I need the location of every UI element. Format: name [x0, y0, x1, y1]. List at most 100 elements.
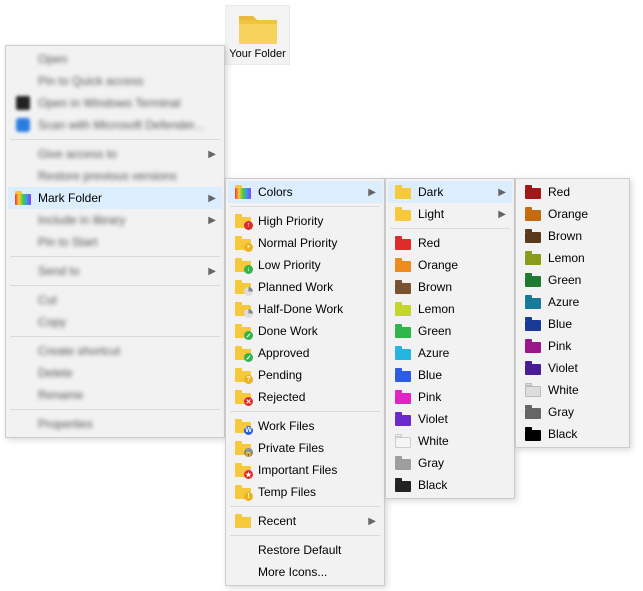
menu-item-label: Send to	[34, 264, 204, 278]
menu-item[interactable]: ✓Approved	[228, 342, 382, 364]
menu-item[interactable]: Pink	[518, 335, 627, 357]
menu-item[interactable]: Brown	[388, 276, 512, 298]
menu-item[interactable]: Lemon	[518, 247, 627, 269]
menu-item[interactable]: Open	[8, 48, 222, 70]
menu-item[interactable]: Open in Windows Terminal	[8, 92, 222, 114]
menu-item[interactable]: White	[388, 430, 512, 452]
menu-item[interactable]: Rename	[8, 384, 222, 406]
folder-icon	[522, 383, 544, 397]
folder-icon: ?	[232, 368, 254, 382]
separator	[10, 139, 220, 140]
menu-item[interactable]: Include in library▶	[8, 209, 222, 231]
folder-icon	[232, 280, 254, 294]
menu-item[interactable]: Create shortcut	[8, 340, 222, 362]
folder-icon: ✓	[235, 346, 251, 360]
menu-item[interactable]: Blue	[518, 313, 627, 335]
menu-item[interactable]: Pin to Quick access	[8, 70, 222, 92]
menu-item[interactable]: Planned Work	[228, 276, 382, 298]
menu-item[interactable]: Mark Folder▶	[8, 187, 222, 209]
menu-item[interactable]: More Icons...	[228, 561, 382, 583]
folder-icon	[235, 514, 251, 528]
terminal-icon	[12, 96, 34, 110]
menu-item[interactable]: Dark▶	[388, 181, 512, 203]
folder-icon	[392, 412, 414, 426]
menu-item[interactable]: •Normal Priority	[228, 232, 382, 254]
menu-item[interactable]: Restore Default	[228, 539, 382, 561]
menu-item[interactable]: Black	[518, 423, 627, 445]
menu-item[interactable]: Cut	[8, 289, 222, 311]
menu-item[interactable]: ✕Rejected	[228, 386, 382, 408]
folder-icon: •	[235, 236, 251, 250]
folder-icon: ↓	[235, 258, 251, 272]
folder-icon: ✓	[232, 346, 254, 360]
menu-item[interactable]: Lemon	[388, 298, 512, 320]
menu-item[interactable]: Restore previous versions	[8, 165, 222, 187]
folder-icon	[392, 390, 414, 404]
menu-item[interactable]: Green	[388, 320, 512, 342]
menu-item[interactable]: 🔒Private Files	[228, 437, 382, 459]
menu-item[interactable]: ★Important Files	[228, 459, 382, 481]
menu-item[interactable]: Send to▶	[8, 260, 222, 282]
menu-item[interactable]: Brown	[518, 225, 627, 247]
menu-item[interactable]: White	[518, 379, 627, 401]
folder-icon	[392, 185, 414, 199]
menu-item[interactable]: Violet	[388, 408, 512, 430]
folder-icon	[522, 339, 544, 353]
menu-item[interactable]: Gray	[518, 401, 627, 423]
menu-item[interactable]: Azure	[388, 342, 512, 364]
folder-icon	[395, 390, 411, 404]
menu-item-label: Pink	[544, 339, 621, 353]
folder-icon: 🔒	[235, 441, 251, 455]
separator	[230, 206, 380, 207]
menu-item-label: Pink	[414, 390, 506, 404]
menu-item[interactable]: Scan with Microsoft Defender...	[8, 114, 222, 136]
menu-item-label: Cut	[34, 293, 216, 307]
chevron-right-icon: ▶	[498, 209, 506, 220]
menu-item[interactable]: Gray	[388, 452, 512, 474]
folder-tile[interactable]: Your Folder	[225, 5, 290, 65]
menu-item[interactable]: Orange	[388, 254, 512, 276]
menu-item[interactable]: Red	[388, 232, 512, 254]
folder-icon	[395, 280, 411, 294]
menu-item[interactable]: Properties	[8, 413, 222, 435]
menu-item-label: Green	[414, 324, 506, 338]
menu-item[interactable]: Copy	[8, 311, 222, 333]
menu-item[interactable]: Give access to▶	[8, 143, 222, 165]
menu-item[interactable]: !Temp Files	[228, 481, 382, 503]
menu-item[interactable]: ?Pending	[228, 364, 382, 386]
menu-item-label: Create shortcut	[34, 344, 216, 358]
menu-item[interactable]: Azure	[518, 291, 627, 313]
folder-icon: ✕	[235, 390, 251, 404]
menu-item[interactable]: Orange	[518, 203, 627, 225]
menu-item-label: Half-Done Work	[254, 302, 376, 316]
menu-item[interactable]: Colors▶	[228, 181, 382, 203]
menu-item[interactable]: Green	[518, 269, 627, 291]
menu-item-label: Pin to Quick access	[34, 74, 216, 88]
menu-item-label: Light	[414, 207, 494, 221]
menu-item-label: Done Work	[254, 324, 376, 338]
menu-item[interactable]: Delete	[8, 362, 222, 384]
folder-icon	[525, 361, 541, 375]
menu-item[interactable]: Violet	[518, 357, 627, 379]
menu-item[interactable]: WWork Files	[228, 415, 382, 437]
menu-item[interactable]: Blue	[388, 364, 512, 386]
menu-item[interactable]: ✓Done Work	[228, 320, 382, 342]
menu-item[interactable]: Recent▶	[228, 510, 382, 532]
menu-item[interactable]: Red	[518, 181, 627, 203]
menu-item-label: Violet	[414, 412, 506, 426]
menu-item[interactable]: Black	[388, 474, 512, 496]
chevron-right-icon: ▶	[208, 149, 216, 160]
folder-icon	[392, 280, 414, 294]
folder-icon	[522, 295, 544, 309]
menu-item[interactable]: Light ▶	[388, 203, 512, 225]
folder-icon	[525, 427, 541, 441]
menu-item[interactable]: ↓Low Priority	[228, 254, 382, 276]
menu-item[interactable]: Half-Done Work	[228, 298, 382, 320]
menu-item[interactable]: Pink	[388, 386, 512, 408]
menu-item[interactable]: Pin to Start	[8, 231, 222, 253]
menu-item[interactable]: ↑High Priority	[228, 210, 382, 232]
menu-item-label: Azure	[544, 295, 621, 309]
folder-icon	[395, 412, 411, 426]
folder-icon	[395, 456, 411, 470]
folder-icon	[525, 339, 541, 353]
